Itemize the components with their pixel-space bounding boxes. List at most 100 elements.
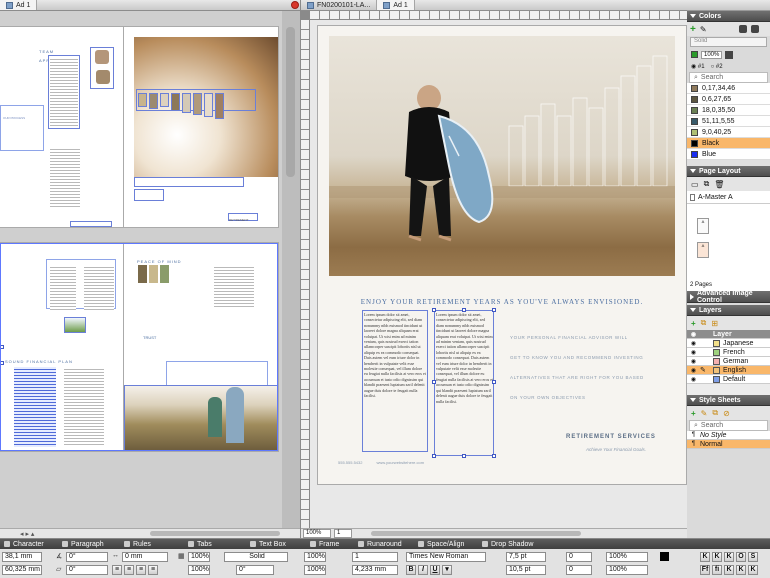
subscript-button[interactable]: K — [724, 552, 734, 562]
eye-icon[interactable]: ◉ — [687, 349, 700, 356]
inset-width-field[interactable]: 0 mm — [122, 552, 168, 562]
tab-frame[interactable]: Frame — [306, 541, 354, 548]
tab-ad-1-right[interactable]: Ad 1 — [377, 0, 415, 10]
layer-item-selected[interactable]: ◉ ✎ English — [687, 366, 770, 375]
master-page-item[interactable]: A-Master A — [687, 191, 770, 203]
frame-width-field[interactable]: 0° — [236, 565, 274, 575]
tab-tabs[interactable]: Tabs — [184, 541, 246, 548]
layer-item[interactable]: ◉ Japanese — [687, 339, 770, 348]
shadow-button[interactable]: S — [748, 552, 758, 562]
tab-text-box[interactable]: Text Box — [246, 541, 306, 548]
color-item[interactable]: 0,6,27,65 — [687, 94, 770, 105]
layer-item[interactable]: ◉ French — [687, 348, 770, 357]
tab-space-align[interactable]: Space/Align — [414, 541, 478, 548]
tracking-field[interactable]: 0 — [566, 552, 592, 562]
duplicate-page-icon[interactable]: ⧉ — [704, 179, 710, 189]
left-vertical-scrollbar[interactable] — [282, 11, 300, 528]
color-mode-dropdown[interactable]: Solid — [690, 37, 767, 47]
align-center-icon[interactable]: ≡ — [124, 565, 134, 575]
layers-header[interactable]: Layers — [687, 305, 770, 316]
italic-button[interactable]: I — [418, 565, 428, 575]
tab-drop-shadow[interactable]: Drop Shadow — [478, 541, 540, 548]
tint-2-radio[interactable]: ○ #2 — [711, 64, 723, 70]
tint-1-radio[interactable]: ◉ #1 — [691, 63, 705, 70]
scroll-thumb[interactable] — [371, 531, 581, 536]
ligature-button[interactable]: fi — [712, 565, 722, 575]
scroll-thumb[interactable] — [150, 531, 280, 536]
shade-field-2[interactable]: 100% — [188, 565, 210, 575]
frame-shade-field-2[interactable]: 100% — [304, 565, 326, 575]
frame-style-dropdown[interactable]: Solid — [224, 552, 288, 562]
duplicate-style-icon[interactable]: ⧉ — [712, 408, 718, 418]
expand-triangle-icon[interactable] — [690, 293, 694, 300]
layer-item[interactable]: ◉ Default — [687, 375, 770, 384]
left-horizontal-scrollbar[interactable]: ◂ ▸ ▴ — [0, 528, 300, 538]
layer-item[interactable]: ◉ German — [687, 357, 770, 366]
ordinal-button[interactable]: K — [736, 565, 746, 575]
tab-runaround[interactable]: Runaround — [354, 541, 414, 548]
tab-fn0200101[interactable]: FN0200101-LA... — [301, 0, 378, 10]
page-layout-header[interactable]: Page Layout — [687, 166, 770, 177]
collapse-triangle-icon[interactable] — [690, 169, 696, 173]
colors-search[interactable]: ⌕ Search — [689, 72, 768, 83]
image-frame[interactable] — [90, 47, 114, 89]
style-search[interactable]: ⌕ Search — [689, 420, 768, 431]
align-left-icon[interactable]: ≡ — [112, 565, 122, 575]
text-color-icon[interactable] — [750, 25, 759, 33]
colors-palette-header[interactable]: Colors — [687, 11, 770, 22]
edit-style-icon[interactable]: ✎ — [701, 409, 708, 418]
y-field[interactable]: 60,325 mm — [2, 565, 42, 575]
superscript-button[interactable]: K — [712, 552, 722, 562]
bold-button[interactable]: B — [406, 565, 416, 575]
collapse-triangle-icon[interactable] — [690, 14, 696, 18]
x-field[interactable]: 38,1 mm — [2, 552, 42, 562]
angle-field[interactable]: 0° — [66, 552, 108, 562]
style-item-selected[interactable]: ¶ Normal — [687, 440, 770, 449]
font-dropdown[interactable]: Times New Roman — [406, 552, 486, 562]
color-item[interactable]: Blue — [687, 149, 770, 160]
page-thumb-1[interactable]: A — [697, 218, 709, 234]
vertical-scale-field[interactable]: 100% — [606, 565, 648, 575]
page-number-field[interactable]: 1 — [334, 529, 352, 538]
style-item[interactable]: ¶ No Style — [687, 431, 770, 440]
delete-page-icon[interactable]: 🗑 — [714, 180, 724, 189]
columns-field[interactable]: 1 — [352, 552, 398, 562]
color-item[interactable]: 18,0,35,50 — [687, 105, 770, 116]
gradient-icon[interactable] — [725, 50, 734, 59]
align-right-icon[interactable]: ≡ — [136, 565, 146, 575]
strike-button[interactable]: K — [748, 565, 758, 575]
scroll-arrows-icon[interactable]: ◂ ▸ ▴ — [20, 530, 34, 538]
baseline-field[interactable]: 0 — [566, 565, 592, 575]
add-color-icon[interactable]: + — [690, 24, 696, 35]
font-size-field[interactable]: 7,5 pt — [506, 552, 546, 562]
add-style-icon[interactable]: + — [691, 409, 696, 418]
color-item[interactable]: 0,17,34,46 — [687, 83, 770, 94]
opacity-field[interactable]: 100% — [701, 50, 723, 59]
eye-icon[interactable]: ◉ — [687, 340, 700, 347]
frame-color-icon[interactable] — [738, 25, 747, 33]
horizontal-scale-field[interactable]: 100% — [606, 552, 648, 562]
layer-options-icon[interactable]: ⧉ — [701, 318, 707, 328]
tab-ad-1-left[interactable]: Ad 1 — [0, 0, 38, 10]
delete-style-icon[interactable]: ⊘ — [723, 409, 730, 418]
zoom-field[interactable]: 100% — [303, 529, 331, 538]
tab-character[interactable]: Character — [0, 541, 58, 548]
add-layer-icon[interactable]: + — [691, 319, 696, 328]
text-color-swatch-icon[interactable] — [660, 552, 669, 561]
shade-field-1[interactable]: 100% — [188, 552, 210, 562]
style-menu-button[interactable]: ▾ — [442, 565, 452, 575]
eye-icon[interactable]: ◉ — [687, 367, 700, 374]
justify-icon[interactable]: ≡ — [148, 565, 158, 575]
style-sheets-header[interactable]: Style Sheets — [687, 395, 770, 406]
skew-field[interactable]: 0° — [66, 565, 108, 575]
collapse-triangle-icon[interactable] — [690, 308, 696, 312]
caps-button[interactable]: K — [724, 565, 734, 575]
advanced-image-control-header[interactable]: Advanced Image Control — [687, 290, 770, 304]
merge-layer-icon[interactable]: ⊞ — [711, 319, 718, 328]
surfer-photo[interactable] — [329, 36, 675, 276]
color-item[interactable]: 51,11,5,55 — [687, 116, 770, 127]
page-thumb-2[interactable]: A — [697, 242, 709, 258]
gutter-field[interactable]: 4,233 mm — [352, 565, 398, 575]
eye-icon[interactable]: ◉ — [687, 376, 700, 383]
frame-shade-field-1[interactable]: 100% — [304, 552, 326, 562]
